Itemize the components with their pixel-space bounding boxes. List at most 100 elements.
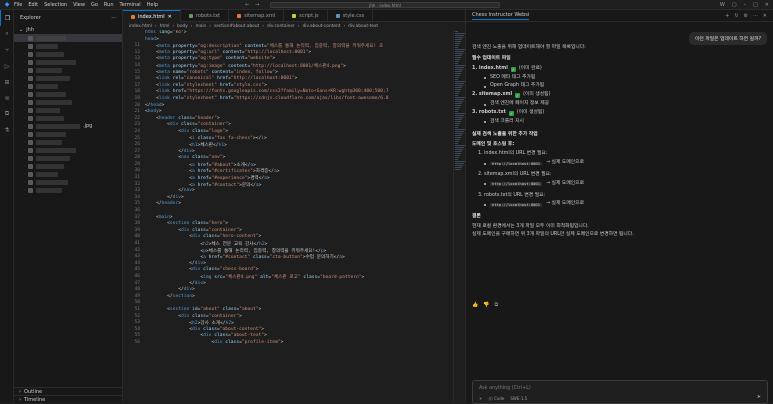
code-line: 19 <link rel="stylesheet" href="https://… <box>123 96 453 103</box>
add-icon[interactable]: + <box>725 13 729 19</box>
close-panel-icon[interactable]: ✕ <box>763 13 767 19</box>
back-arrow-icon[interactable]: ← <box>245 2 249 8</box>
windsurf-icon[interactable]: ≋ <box>0 90 14 106</box>
testing-icon[interactable]: ⚗ <box>0 122 14 138</box>
file-item[interactable] <box>14 50 122 58</box>
breadcrumb-item[interactable]: body <box>177 24 188 29</box>
code-line: 38 <section class="hero"> <box>123 221 453 228</box>
file-item[interactable] <box>14 106 122 114</box>
send-icon[interactable]: ➤ <box>757 394 761 400</box>
line-text: <div class="hero-content"> <box>145 234 262 240</box>
file-item[interactable] <box>14 162 122 170</box>
file-icon <box>28 139 33 145</box>
file-item[interactable] <box>14 34 122 42</box>
chat-header-icons: + ↻ ⚙ ··· ✕ <box>725 13 767 19</box>
code-editor[interactable]: html lang="ko"> head> 11 <meta property="o… <box>123 30 453 403</box>
search-icon[interactable]: ⌕ <box>0 26 14 42</box>
tab-sitemap-xml[interactable]: sitemap.xml <box>229 10 285 22</box>
run-debug-icon[interactable]: ▷ <box>0 58 14 74</box>
history-icon[interactable]: ↻ <box>734 13 738 19</box>
breadcrumb-item[interactable]: html <box>160 24 170 29</box>
file-item[interactable]: .jpg <box>14 122 122 130</box>
remote-icon[interactable]: ⧉ <box>0 106 14 122</box>
file-item[interactable] <box>14 90 122 98</box>
file-icon <box>28 51 33 57</box>
check-icon: ✓ <box>515 93 521 99</box>
add-context-icon[interactable]: + <box>479 396 482 401</box>
file-item[interactable] <box>14 66 122 74</box>
breadcrumb-item[interactable]: div.container <box>267 24 295 29</box>
breadcrumb-item[interactable]: div.about-text <box>348 24 378 29</box>
mode-selector[interactable]: ⟨/⟩ Code <box>488 396 504 401</box>
chat-tab-title[interactable]: Chess Instructor Websi <box>472 12 530 20</box>
file-icon <box>28 187 33 193</box>
thumbs-up-icon[interactable]: 👍 <box>472 302 478 308</box>
source-control-icon[interactable]: ⑂ <box>0 42 14 58</box>
windsurf-icon[interactable]: W <box>720 2 725 8</box>
file-item[interactable] <box>14 146 122 154</box>
menu-item-go[interactable]: Go <box>91 2 98 8</box>
file-item[interactable] <box>14 98 122 106</box>
minimize-icon[interactable]: – <box>744 2 747 8</box>
menu-item-selection[interactable]: Selection <box>44 2 67 8</box>
close-icon[interactable]: ✕ <box>765 2 769 8</box>
redacted-file-name <box>36 43 58 49</box>
file-item[interactable] <box>14 82 122 90</box>
line-number: 36 <box>134 208 140 214</box>
minimap-line <box>455 93 459 94</box>
code-line: 23 <div class="container"> <box>123 122 453 129</box>
breadcrumb-item[interactable]: div.about-content <box>303 24 341 29</box>
minimap-line <box>455 155 460 156</box>
line-text: <i class="fas fa-chess"></i> <box>145 135 267 141</box>
close-tab-icon[interactable]: ✕ <box>168 14 172 20</box>
file-item[interactable] <box>14 170 122 178</box>
menu-item-run[interactable]: Run <box>104 2 114 8</box>
forward-arrow-icon[interactable]: → <box>255 2 259 8</box>
timeline-section[interactable]: › Timeline <box>14 395 123 403</box>
tab-script-js[interactable]: script.js <box>284 10 328 22</box>
explorer-icon[interactable]: ❐ <box>0 10 14 26</box>
file-item[interactable] <box>14 114 122 122</box>
file-note: (이미 생성됨) <box>516 109 545 115</box>
minimap-line <box>455 87 462 88</box>
outline-section[interactable]: › Outline <box>14 387 123 395</box>
tab-index-html[interactable]: index.html ✕ <box>123 10 181 22</box>
root-folder[interactable]: ⌄ jhh <box>14 26 122 34</box>
layout-icon[interactable]: ▢ <box>732 2 737 8</box>
chat-input[interactable]: Ask anything (Ctrl+L) + ⟨/⟩ Code SWE-1.5… <box>472 380 768 404</box>
minimap[interactable] <box>453 30 465 403</box>
file-item[interactable] <box>14 58 122 66</box>
tab-style-css[interactable]: style.css <box>328 10 374 22</box>
menu-item-edit[interactable]: Edit <box>28 2 38 8</box>
more-actions-icon[interactable]: ··· <box>111 15 116 21</box>
bullet-icon <box>484 183 486 186</box>
breadcrumb-item[interactable]: index.html <box>129 24 152 29</box>
check-icon: ✓ <box>508 110 514 116</box>
file-item[interactable] <box>14 74 122 82</box>
menu-item-help[interactable]: Help <box>147 2 158 8</box>
tab-robots-txt[interactable]: robots.txt <box>181 10 230 22</box>
file-item[interactable] <box>14 178 122 186</box>
maximize-icon[interactable]: □ <box>753 2 758 8</box>
settings-icon[interactable]: ⚙ <box>744 13 748 19</box>
breadcrumb-separator: › <box>297 23 300 29</box>
model-selector[interactable]: SWE-1.5 <box>510 396 527 401</box>
command-center-search[interactable]: jhh - index.html <box>270 2 500 8</box>
menu-item-file[interactable]: File <box>14 2 22 8</box>
menu-item-view[interactable]: View <box>73 2 85 8</box>
line-text: <a href="#contact" class="cta-button">수업… <box>145 255 345 261</box>
minimap-line <box>455 129 465 130</box>
file-item[interactable] <box>14 186 122 194</box>
file-item[interactable] <box>14 138 122 146</box>
more-actions-icon[interactable]: ··· <box>753 13 758 19</box>
file-item[interactable] <box>14 130 122 138</box>
breadcrumb-item[interactable]: main <box>196 24 207 29</box>
thumbs-down-icon[interactable]: 👎 <box>483 302 489 308</box>
menu-item-terminal[interactable]: Terminal <box>120 2 141 8</box>
code-line: 20 </head> <box>123 103 453 110</box>
file-item[interactable] <box>14 42 122 50</box>
file-item[interactable] <box>14 154 122 162</box>
copy-icon[interactable]: ⧉ <box>494 302 498 308</box>
extensions-icon[interactable]: ⊞ <box>0 74 14 90</box>
breadcrumb-item[interactable]: section#about.about <box>214 24 259 29</box>
